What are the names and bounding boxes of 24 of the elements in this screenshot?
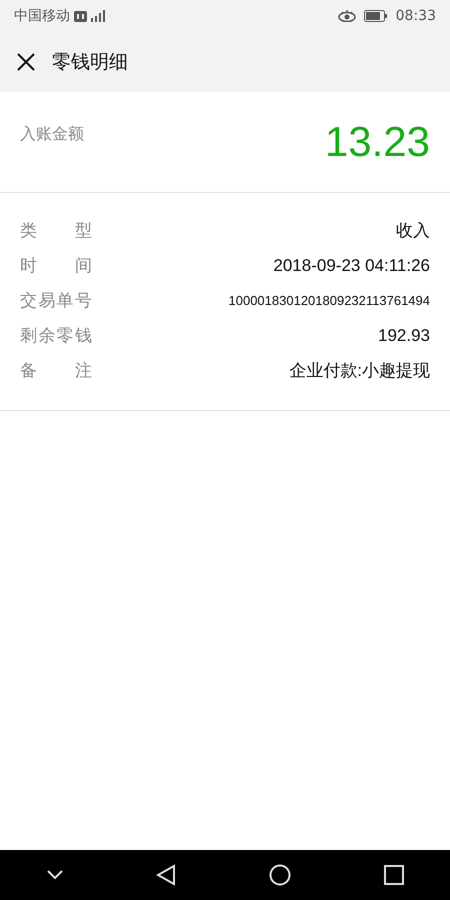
close-button[interactable] xyxy=(16,52,36,72)
detail-value: 企业付款:小趣提现 xyxy=(289,360,430,382)
detail-label: 剩余零钱 xyxy=(20,325,92,347)
amount-value: 13.23 xyxy=(324,118,430,166)
clock-time: 08:33 xyxy=(396,8,436,24)
battery-icon xyxy=(364,10,388,22)
recents-icon[interactable] xyxy=(384,865,404,885)
detail-value: 1000018301201809232113761494 xyxy=(228,293,430,308)
signal-icon xyxy=(91,10,107,22)
detail-value: 收入 xyxy=(396,220,430,242)
home-icon[interactable] xyxy=(268,864,290,886)
detail-label: 类 型 xyxy=(20,220,92,242)
hd-icon xyxy=(74,10,87,22)
detail-value: 192.93 xyxy=(378,326,430,346)
detail-label: 交易单号 xyxy=(20,290,92,312)
carrier-name: 中国移动 xyxy=(14,7,70,25)
page-title: 零钱明细 xyxy=(52,50,128,75)
eye-icon xyxy=(338,10,356,22)
detail-label: 时 间 xyxy=(20,255,92,277)
detail-label: 备 注 xyxy=(20,360,92,382)
detail-value: 2018-09-23 04:11:26 xyxy=(273,256,430,276)
collapse-icon[interactable] xyxy=(46,870,62,880)
back-icon[interactable] xyxy=(156,864,176,886)
amount-label: 入账金额 xyxy=(20,124,84,144)
